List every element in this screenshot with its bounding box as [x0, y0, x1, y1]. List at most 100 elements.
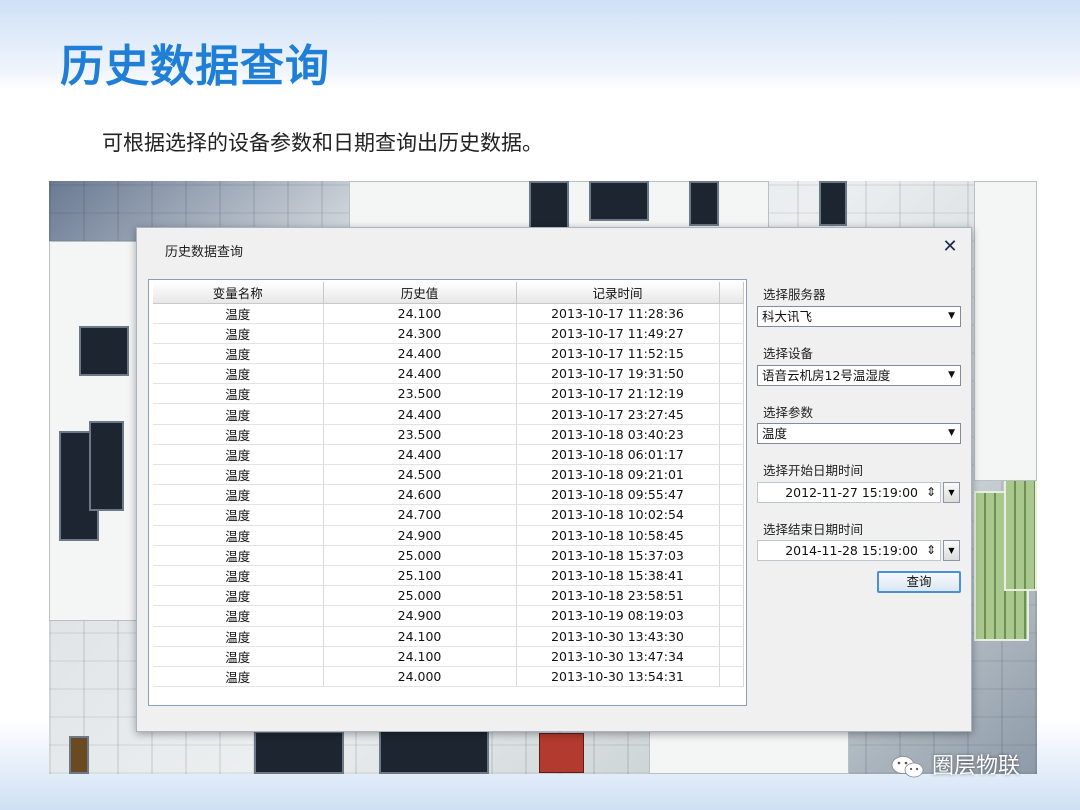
cell-variable: 温度	[153, 545, 324, 566]
cell-variable: 温度	[153, 363, 324, 385]
cell-time: 2013-10-18 10:02:54	[516, 504, 720, 526]
cell-value: 24.000	[323, 666, 517, 688]
cell-value: 24.500	[323, 464, 517, 486]
cell-spacer	[719, 565, 744, 587]
param-select[interactable]: 温度 ▼	[757, 423, 961, 444]
table-row[interactable]: 温度 24.100 2013-10-17 11:28:36	[153, 303, 744, 324]
cell-value: 24.100	[323, 626, 517, 647]
cell-variable: 温度	[153, 323, 324, 344]
cell-variable: 温度	[153, 666, 324, 688]
table-row[interactable]: 温度 24.400 2013-10-17 11:52:15	[153, 343, 744, 365]
column-header-variable[interactable]: 变量名称	[153, 282, 324, 304]
spinner-icon[interactable]: ⇕	[926, 483, 936, 502]
chevron-down-icon: ▼	[948, 488, 955, 497]
table-row[interactable]: 温度 24.500 2013-10-18 09:21:01	[153, 464, 744, 486]
cell-variable: 温度	[153, 565, 324, 587]
cell-variable: 温度	[153, 383, 324, 405]
cell-value: 25.000	[323, 545, 517, 566]
cell-spacer	[719, 626, 744, 647]
table-row[interactable]: 温度 24.400 2013-10-17 23:27:45	[153, 403, 744, 425]
table-row[interactable]: 温度 24.900 2013-10-19 08:19:03	[153, 605, 744, 627]
end-datetime-input[interactable]: 2014-11-28 15:19:00 ⇕	[757, 540, 941, 561]
table-row[interactable]: 温度 24.100 2013-10-30 13:47:34	[153, 646, 744, 667]
cell-time: 2013-10-18 09:55:47	[516, 484, 720, 506]
cell-value: 24.400	[323, 363, 517, 385]
cell-value: 24.900	[323, 605, 517, 627]
cell-spacer	[719, 585, 744, 607]
cell-spacer	[719, 504, 744, 526]
cell-time: 2013-10-17 11:52:15	[516, 343, 720, 365]
cell-time: 2013-10-30 13:54:31	[516, 666, 720, 688]
cell-value: 24.900	[323, 525, 517, 546]
table-row[interactable]: 温度 24.000 2013-10-30 13:54:31	[153, 666, 744, 688]
device-select[interactable]: 语音云机房12号温湿度 ▼	[757, 365, 961, 386]
table-row[interactable]: 温度 24.400 2013-10-18 06:01:17	[153, 444, 744, 466]
cell-spacer	[719, 666, 744, 688]
cell-value: 24.700	[323, 504, 517, 526]
column-header-spacer	[719, 282, 744, 304]
cell-variable: 温度	[153, 626, 324, 647]
table-header-row: 变量名称 历史值 记录时间	[153, 282, 744, 304]
table-row[interactable]: 温度 23.500 2013-10-18 03:40:23	[153, 424, 744, 445]
cell-spacer	[719, 363, 744, 385]
cell-value: 24.400	[323, 444, 517, 466]
cell-spacer	[719, 646, 744, 667]
cell-time: 2013-10-19 08:19:03	[516, 605, 720, 627]
server-label: 选择服务器	[763, 287, 826, 302]
cell-spacer	[719, 525, 744, 546]
cell-time: 2013-10-18 15:38:41	[516, 565, 720, 587]
device-label: 选择设备	[763, 346, 814, 361]
cell-spacer	[719, 383, 744, 405]
cell-value: 23.500	[323, 424, 517, 445]
chevron-down-icon: ▼	[948, 311, 955, 321]
cell-variable: 温度	[153, 303, 324, 324]
cell-spacer	[719, 444, 744, 466]
end-datetime-label: 选择结束日期时间	[763, 522, 864, 537]
column-header-value[interactable]: 历史值	[323, 282, 517, 304]
cell-time: 2013-10-17 11:49:27	[516, 323, 720, 344]
table-row[interactable]: 温度 24.600 2013-10-18 09:55:47	[153, 484, 744, 506]
close-icon[interactable]: ✕	[939, 236, 961, 258]
slide-title: 历史数据查询	[60, 41, 330, 92]
start-datetime-input[interactable]: 2012-11-27 15:19:00 ⇕	[757, 482, 941, 503]
watermark-text: 圈层物联	[932, 754, 1021, 779]
chevron-down-icon: ▼	[948, 428, 955, 438]
chevron-down-icon: ▼	[948, 546, 955, 555]
wechat-icon	[891, 756, 924, 778]
table-row[interactable]: 温度 25.000 2013-10-18 23:58:51	[153, 585, 744, 607]
table-row[interactable]: 温度 24.900 2013-10-18 10:58:45	[153, 525, 744, 546]
cell-time: 2013-10-18 15:37:03	[516, 545, 720, 566]
table-row[interactable]: 温度 25.000 2013-10-18 15:37:03	[153, 545, 744, 566]
history-query-dialog: 历史数据查询 ✕ 变量名称 历史值 记录时间 温度 24.100 2013-10-1…	[136, 227, 972, 732]
table-row[interactable]: 温度 25.100 2013-10-18 15:38:41	[153, 565, 744, 587]
slide-subtitle: 可根据选择的设备参数和日期查询出历史数据。	[102, 131, 543, 155]
param-select-value: 温度	[762, 426, 788, 441]
cell-time: 2013-10-18 03:40:23	[516, 424, 720, 445]
cell-time: 2013-10-18 10:58:45	[516, 525, 720, 546]
cell-variable: 温度	[153, 424, 324, 445]
table-row[interactable]: 温度 24.300 2013-10-17 11:49:27	[153, 323, 744, 344]
query-button[interactable]: 查询	[877, 571, 961, 593]
end-datetime-dropdown[interactable]: ▼	[943, 540, 960, 561]
column-header-time[interactable]: 记录时间	[516, 282, 720, 304]
spinner-icon[interactable]: ⇕	[926, 541, 936, 560]
cell-value: 24.300	[323, 323, 517, 344]
cell-spacer	[719, 605, 744, 627]
cell-variable: 温度	[153, 343, 324, 365]
start-datetime-dropdown[interactable]: ▼	[943, 482, 960, 503]
table-row[interactable]: 温度 23.500 2013-10-17 21:12:19	[153, 383, 744, 405]
cell-time: 2013-10-18 09:21:01	[516, 464, 720, 486]
cell-value: 24.600	[323, 484, 517, 506]
start-datetime-label: 选择开始日期时间	[763, 463, 864, 478]
cell-variable: 温度	[153, 605, 324, 627]
table-row[interactable]: 温度 24.100 2013-10-30 13:43:30	[153, 626, 744, 647]
cell-spacer	[719, 403, 744, 425]
cell-spacer	[719, 323, 744, 344]
history-table: 变量名称 历史值 记录时间 温度 24.100 2013-10-17 11:28:3…	[148, 279, 747, 706]
cell-variable: 温度	[153, 646, 324, 667]
server-select[interactable]: 科大讯飞 ▼	[757, 306, 961, 327]
param-label: 选择参数	[763, 405, 814, 420]
cell-value: 24.400	[323, 403, 517, 425]
table-row[interactable]: 温度 24.400 2013-10-17 19:31:50	[153, 363, 744, 385]
table-row[interactable]: 温度 24.700 2013-10-18 10:02:54	[153, 504, 744, 526]
